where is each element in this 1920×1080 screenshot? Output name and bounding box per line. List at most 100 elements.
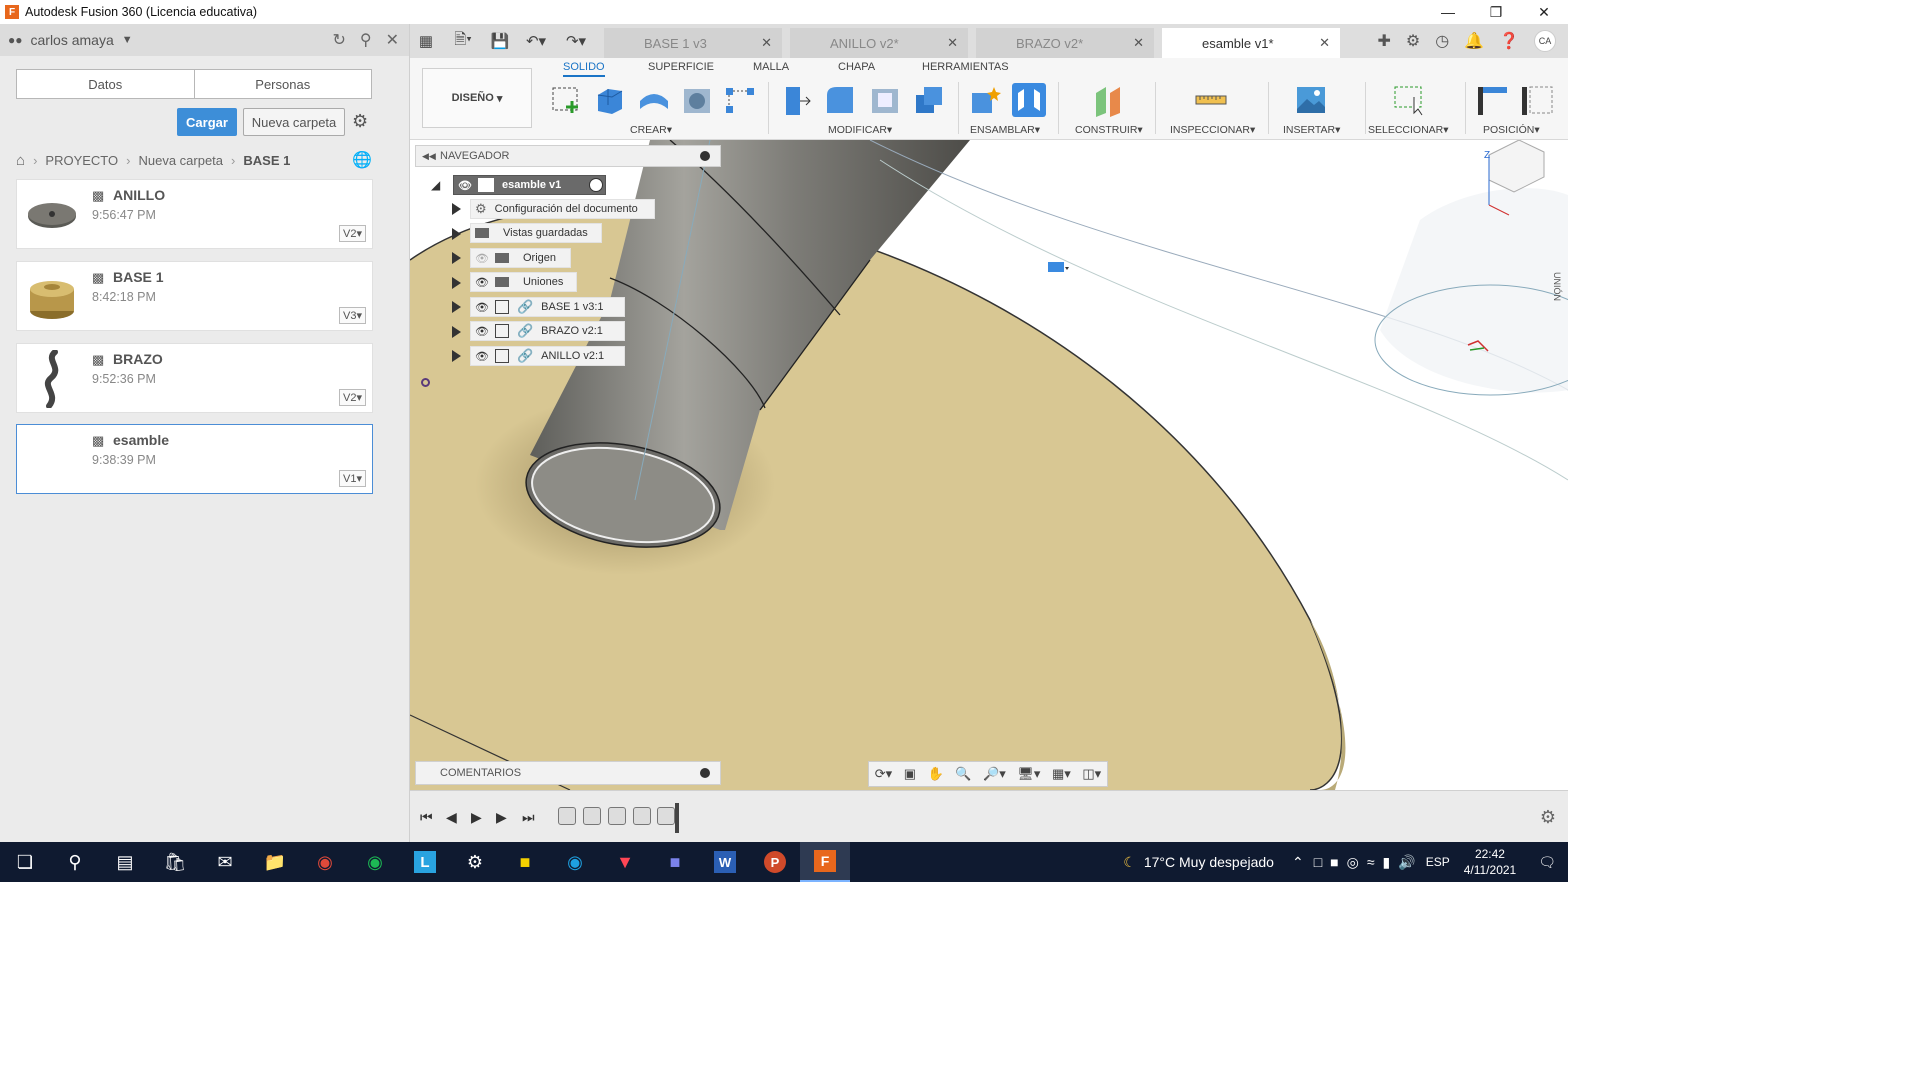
- powerpoint-icon[interactable]: P: [750, 842, 800, 882]
- eye-hidden-icon[interactable]: 👁: [475, 252, 489, 265]
- file-explorer-icon[interactable]: 📁: [250, 842, 300, 882]
- combine-icon[interactable]: [912, 83, 946, 117]
- inspect-group-label[interactable]: INSPECCIONAR▾: [1170, 124, 1255, 136]
- weather-icon[interactable]: ☾: [1123, 854, 1136, 871]
- go-to-start-icon[interactable]: ⏮: [420, 809, 433, 826]
- fillet-icon[interactable]: [823, 83, 857, 117]
- minimize-button[interactable]: —: [1424, 0, 1472, 24]
- battery-icon[interactable]: ▮: [1383, 854, 1391, 871]
- play-icon[interactable]: ▶: [471, 809, 482, 826]
- restore-button[interactable]: ❐: [1472, 0, 1520, 24]
- workspace-dropdown[interactable]: DISEÑO ▾: [422, 68, 532, 128]
- position-capture-icon[interactable]: [1520, 83, 1554, 117]
- file-menu-icon[interactable]: 🗎▾: [442, 24, 484, 58]
- gear-icon[interactable]: ⚙: [352, 111, 368, 132]
- step-back-icon[interactable]: ◀: [446, 809, 457, 826]
- measure-icon[interactable]: [1194, 83, 1228, 117]
- new-component-icon[interactable]: [968, 83, 1002, 117]
- l-app-icon[interactable]: L: [400, 842, 450, 882]
- timeline-feature-icon[interactable]: [583, 807, 601, 825]
- eye-icon[interactable]: 👁: [475, 301, 489, 314]
- file-card-base1[interactable]: ▩ BASE 1 8:42:18 PM V3▾: [16, 261, 373, 331]
- position-group-label[interactable]: POSICIÓN▾: [1483, 124, 1540, 136]
- eye-icon[interactable]: 👁: [475, 276, 489, 289]
- collapse-browser-icon[interactable]: ◀◀: [422, 151, 436, 162]
- browser-header[interactable]: ◀◀ NAVEGADOR: [415, 145, 721, 167]
- look-at-icon[interactable]: ▣: [904, 766, 916, 782]
- fusion360-taskbar-icon[interactable]: F: [800, 842, 850, 882]
- version-dropdown[interactable]: V2▾: [339, 225, 366, 242]
- construct-group-label[interactable]: CONSTRUIR▾: [1075, 124, 1143, 136]
- tab-herramientas[interactable]: HERRAMIENTAS: [922, 61, 1009, 73]
- step-forward-icon[interactable]: ▶: [496, 809, 507, 826]
- tree-item-anillo[interactable]: 👁 🔗 ANILLO v2:1: [470, 346, 625, 366]
- expand-icon[interactable]: [452, 203, 461, 215]
- notifications-icon[interactable]: 🔔: [1464, 31, 1484, 51]
- close-tab-icon[interactable]: ✕: [1319, 35, 1330, 51]
- joint-icon[interactable]: [1012, 83, 1046, 117]
- expand-icon[interactable]: [452, 252, 461, 264]
- file-card-anillo[interactable]: ▩ ANILLO 9:56:47 PM V2▾: [16, 179, 373, 249]
- zoom-window-icon[interactable]: 🔎▾: [983, 766, 1006, 782]
- tab-esamble[interactable]: esamble v1* ✕: [1162, 28, 1340, 58]
- new-folder-button[interactable]: Nueva carpeta: [243, 108, 345, 136]
- close-panel-icon[interactable]: ✕: [386, 30, 399, 50]
- tree-item-settings[interactable]: ⚙ Configuración del documento: [470, 199, 655, 219]
- tab-chapa[interactable]: CHAPA: [838, 61, 875, 73]
- timeline-joint-icon[interactable]: [657, 807, 675, 825]
- pin-icon[interactable]: [700, 151, 710, 161]
- shell-icon[interactable]: [868, 83, 902, 117]
- tab-datos[interactable]: Datos: [17, 70, 195, 98]
- save-icon[interactable]: 💾: [484, 24, 516, 58]
- viewports-icon[interactable]: ◫▾: [1082, 766, 1101, 782]
- sticky-notes-icon[interactable]: ■: [500, 842, 550, 882]
- press-pull-icon[interactable]: [778, 83, 812, 117]
- chevron-down-icon[interactable]: ▼: [122, 34, 133, 46]
- insert-image-icon[interactable]: [1294, 83, 1328, 117]
- tray-app-icon[interactable]: □: [1314, 854, 1322, 870]
- word-icon[interactable]: W: [700, 842, 750, 882]
- valorant-icon[interactable]: ▼: [600, 842, 650, 882]
- close-tab-icon[interactable]: ✕: [947, 35, 958, 51]
- tree-item-joints[interactable]: 👁 Uniones: [470, 272, 577, 292]
- expand-icon[interactable]: [452, 228, 461, 240]
- redo-icon[interactable]: ↷▾: [556, 24, 596, 58]
- version-dropdown[interactable]: V1▾: [339, 470, 366, 487]
- refresh-icon[interactable]: ↻: [332, 30, 345, 50]
- mail-icon[interactable]: ✉: [200, 842, 250, 882]
- globe-icon[interactable]: 🌐: [352, 150, 372, 170]
- comments-panel[interactable]: COMENTARIOS: [415, 761, 721, 785]
- store-icon[interactable]: 🛍: [150, 842, 200, 882]
- chrome-icon[interactable]: ◉: [300, 842, 350, 882]
- pattern-icon[interactable]: [723, 83, 757, 117]
- tree-item-base1[interactable]: 👁 🔗 BASE 1 v3:1: [470, 297, 625, 317]
- hole-icon[interactable]: [680, 83, 714, 117]
- tab-brazo[interactable]: BRAZO v2* ✕: [976, 28, 1154, 58]
- tray-teams-icon[interactable]: ◎: [1347, 854, 1359, 871]
- create-group-label[interactable]: CREAR▾: [630, 124, 672, 136]
- activate-radio-icon[interactable]: [589, 178, 603, 192]
- tab-anillo[interactable]: ANILLO v2* ✕: [790, 28, 968, 58]
- extensions-icon[interactable]: ⚙: [1406, 31, 1420, 51]
- select-group-label[interactable]: SELECCIONAR▾: [1368, 124, 1449, 136]
- tab-personas[interactable]: Personas: [195, 70, 372, 98]
- search-icon[interactable]: ⚲: [360, 30, 372, 50]
- file-card-esamble[interactable]: ▩ esamble 9:38:39 PM V1▾: [16, 424, 373, 494]
- job-status-icon[interactable]: ◷: [1435, 31, 1449, 51]
- tree-item-brazo[interactable]: 👁 🔗 BRAZO v2:1: [470, 321, 625, 341]
- pan-icon[interactable]: ✋: [928, 766, 944, 782]
- eye-icon[interactable]: 👁: [475, 350, 489, 363]
- undo-icon[interactable]: ↶▾: [516, 24, 556, 58]
- collapse-root-icon[interactable]: ◢: [431, 178, 440, 192]
- help-icon[interactable]: ❓: [1499, 31, 1519, 51]
- tray-chevron-icon[interactable]: ⌃: [1292, 854, 1304, 871]
- tree-item-saved-views[interactable]: Vistas guardadas: [470, 223, 602, 243]
- create-sketch-icon[interactable]: [550, 83, 584, 117]
- modify-group-label[interactable]: MODIFICAR▾: [828, 124, 892, 136]
- expand-icon[interactable]: [452, 301, 461, 313]
- timeline-settings-icon[interactable]: ⚙: [1540, 807, 1556, 828]
- upload-button[interactable]: Cargar: [177, 108, 237, 136]
- eye-icon[interactable]: 👁: [475, 325, 489, 338]
- language-indicator[interactable]: ESP: [1426, 855, 1450, 869]
- expand-icon[interactable]: [452, 326, 461, 338]
